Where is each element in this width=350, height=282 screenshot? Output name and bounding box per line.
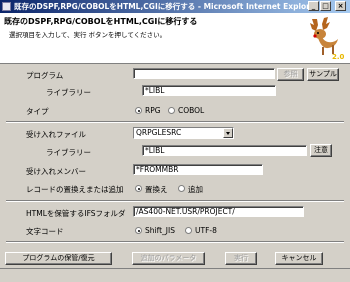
program-label: プログラム (26, 71, 64, 80)
status-bar (0, 268, 350, 282)
charset-label: 文字コード (26, 227, 64, 236)
type-rpg-radio[interactable] (135, 107, 142, 114)
replace-radio[interactable] (135, 185, 142, 192)
receive-library-input[interactable]: *LIBL (142, 145, 307, 156)
additional-params-button[interactable]: 追加のパラメータ (132, 252, 205, 265)
cancel-button[interactable]: キャンセル (275, 252, 323, 265)
charset-utf8-radio[interactable] (185, 227, 192, 234)
title-bar[interactable]: 既存のDSPF,RPG/COBOLをHTML,CGIに移行する - Micros… (0, 0, 350, 13)
minimize-button[interactable]: _ (308, 1, 319, 11)
charset-utf8-label: UTF-8 (195, 226, 217, 235)
type-label: タイプ (26, 107, 49, 116)
chevron-down-icon[interactable] (223, 128, 233, 138)
browse-button[interactable]: 参照 (277, 68, 304, 81)
page-title: 既存のDSPF,RPG/COBOLをHTML,CGIに移行する (4, 17, 198, 26)
close-button[interactable]: × (335, 1, 346, 11)
reindeer-logo-icon: 2.0 (310, 17, 345, 61)
charset-shiftjis-label: Shift_JIS (145, 226, 175, 235)
ifs-folder-input[interactable]: /AS400-NET.USR/PROJECT/ (133, 206, 304, 217)
receive-file-label: 受け入れファイル (26, 130, 86, 139)
replace-option-label: 置換え (145, 185, 168, 194)
logo-version-text: 2.0 (332, 53, 345, 61)
receive-library-label: ライブラリー (46, 148, 91, 157)
program-library-label: ライブラリー (46, 88, 91, 97)
page-header: 既存のDSPF,RPG/COBOLをHTML,CGIに移行する 選択項目を入力し… (0, 13, 350, 64)
ifs-folder-label: HTMLを保管するIFSフォルダ (26, 209, 126, 218)
type-cobol-label: COBOL (178, 106, 205, 115)
save-restore-button[interactable]: プログラムの保管/復元 (5, 252, 112, 265)
receive-file-value: QRPGLESRC (136, 128, 182, 137)
charset-shiftjis-radio[interactable] (135, 227, 142, 234)
type-rpg-label: RPG (145, 106, 161, 115)
note-button[interactable]: 注意 (310, 144, 332, 157)
receive-member-input[interactable]: *FROMMBR (133, 164, 263, 175)
receive-file-select[interactable]: QRPGLESRC (133, 127, 234, 139)
maximize-button[interactable]: □ (320, 1, 331, 11)
window-title: 既存のDSPF,RPG/COBOLをHTML,CGIに移行する - Micros… (14, 2, 319, 11)
append-radio[interactable] (178, 185, 185, 192)
receive-member-label: 受け入れメンバー (26, 167, 86, 176)
run-button[interactable]: 実行 (225, 252, 257, 265)
section-divider (6, 200, 344, 202)
append-option-label: 追加 (188, 185, 203, 194)
ie-page-icon (2, 2, 11, 11)
sample-button[interactable]: サンプル (307, 68, 339, 81)
type-cobol-radio[interactable] (168, 107, 175, 114)
section-divider (6, 121, 344, 123)
program-input[interactable] (133, 68, 275, 79)
section-divider (6, 241, 344, 243)
replace-label: レコードの置換えまたは追加 (26, 185, 124, 194)
program-library-input[interactable]: *LIBL (142, 85, 276, 96)
page-instructions: 選択項目を入力して、実行 ボタンを押してください。 (9, 31, 167, 39)
